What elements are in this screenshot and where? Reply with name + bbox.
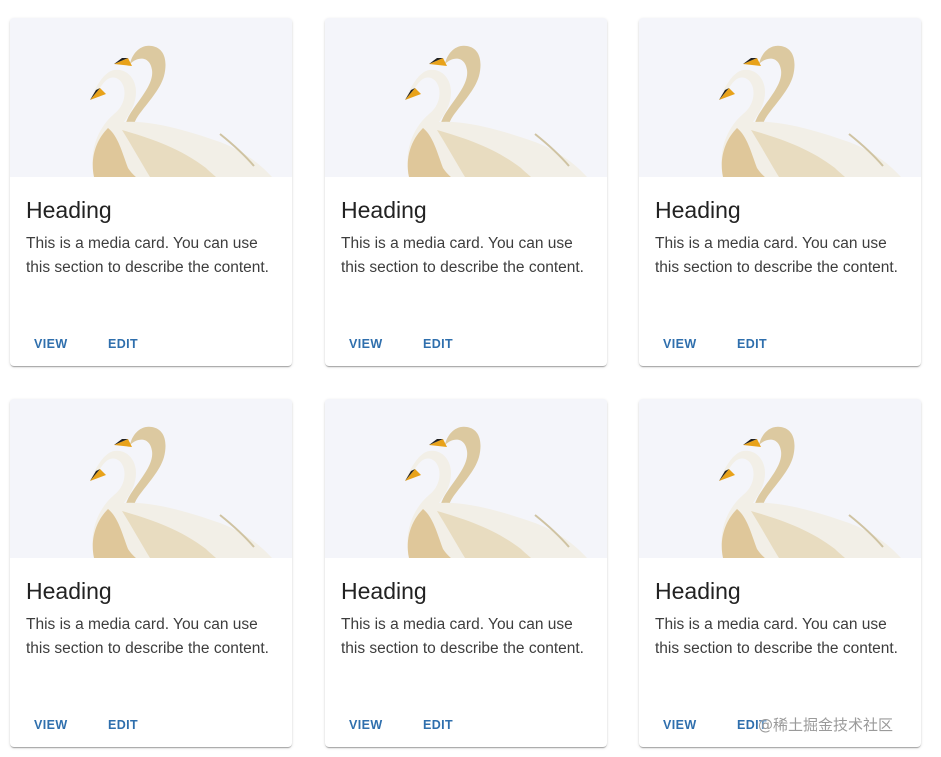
edit-button[interactable]: EDIT [415, 711, 461, 739]
media-card: Heading This is a media card. You can us… [325, 399, 607, 747]
edit-button[interactable]: EDIT [100, 711, 146, 739]
view-button[interactable]: VIEW [655, 711, 705, 739]
edit-button[interactable]: EDIT [100, 330, 146, 358]
card-heading: Heading [26, 578, 112, 604]
media-card: Heading This is a media card. You can us… [639, 399, 921, 747]
card-heading: Heading [341, 578, 427, 604]
view-button[interactable]: VIEW [26, 711, 76, 739]
card-grid: Heading This is a media card. You can us… [0, 0, 941, 757]
swan-image [639, 399, 921, 558]
swan-image [10, 18, 292, 177]
card-media-image [10, 399, 292, 558]
card-media-image [325, 18, 607, 177]
media-card: Heading This is a media card. You can us… [10, 18, 292, 366]
view-button[interactable]: VIEW [655, 330, 705, 358]
card-description: This is a media card. You can use this s… [655, 616, 898, 657]
card-description: This is a media card. You can use this s… [341, 616, 584, 657]
card-heading: Heading [655, 197, 741, 223]
swan-image [325, 18, 607, 177]
card-media-image [325, 399, 607, 558]
card-media-image [639, 399, 921, 558]
view-button[interactable]: VIEW [341, 711, 391, 739]
card-heading: Heading [655, 578, 741, 604]
edit-button[interactable]: EDIT [729, 330, 775, 358]
card-heading: Heading [26, 197, 112, 223]
swan-image [639, 18, 921, 177]
card-media-image [10, 18, 292, 177]
swan-image [10, 399, 292, 558]
card-description: This is a media card. You can use this s… [341, 235, 584, 276]
view-button[interactable]: VIEW [341, 330, 391, 358]
watermark: @稀土掘金技术社区 [758, 716, 894, 734]
card-media-image [639, 18, 921, 177]
edit-button[interactable]: EDIT [415, 330, 461, 358]
card-description: This is a media card. You can use this s… [26, 616, 269, 657]
swan-image [325, 399, 607, 558]
media-card: Heading This is a media card. You can us… [639, 18, 921, 366]
view-button[interactable]: VIEW [26, 330, 76, 358]
card-description: This is a media card. You can use this s… [655, 235, 898, 276]
card-description: This is a media card. You can use this s… [26, 235, 269, 276]
media-card: Heading This is a media card. You can us… [10, 399, 292, 747]
card-heading: Heading [341, 197, 427, 223]
media-card: Heading This is a media card. You can us… [325, 18, 607, 366]
